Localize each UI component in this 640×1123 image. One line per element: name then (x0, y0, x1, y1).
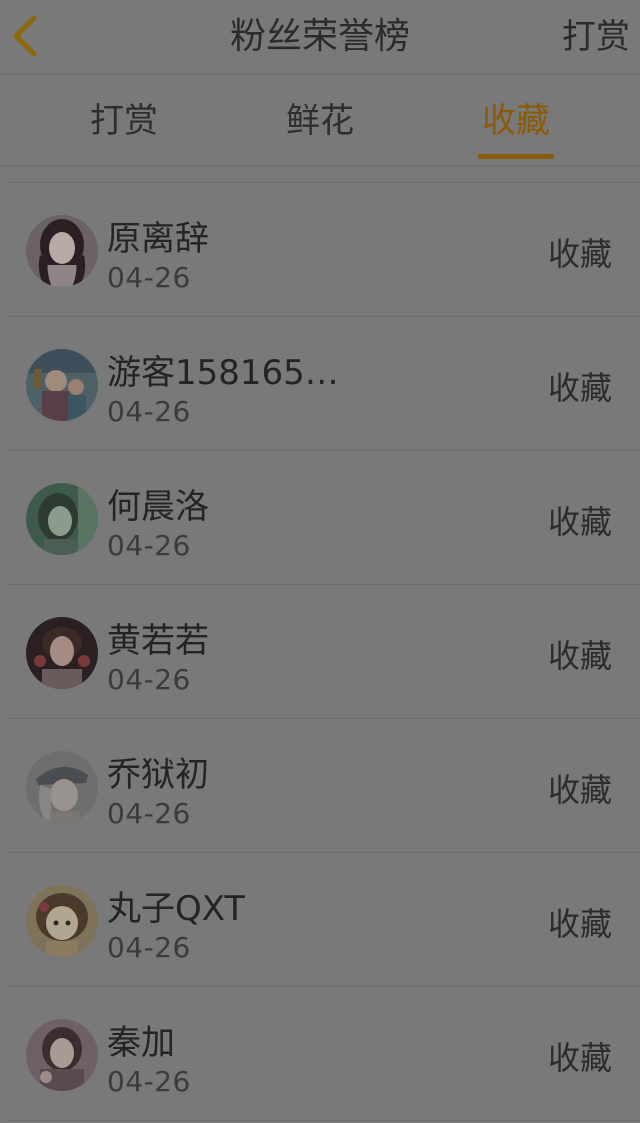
user-name: 黄若若 (107, 621, 209, 661)
avatar (26, 617, 98, 689)
list-item[interactable]: 乔狱初 04-26 收藏 (8, 719, 640, 853)
tab-reward[interactable]: 打赏 (64, 75, 184, 165)
user-name: 乔狱初 (107, 755, 209, 795)
avatar (26, 751, 98, 823)
date-label: 04-26 (107, 663, 191, 696)
tab-bar: 打赏 鲜花 收藏 (0, 75, 640, 166)
tab-flowers[interactable]: 鲜花 (260, 75, 380, 165)
avatar (26, 215, 98, 287)
user-name: 丸子QXT (107, 889, 246, 929)
date-label: 04-26 (107, 1065, 191, 1098)
action-label: 收藏 (547, 637, 612, 675)
action-label: 收藏 (547, 905, 612, 943)
list-item[interactable]: 黄若若 04-26 收藏 (8, 585, 640, 719)
action-label: 收藏 (547, 1039, 612, 1077)
list-item[interactable]: 原离辞 04-26 收藏 (8, 183, 640, 317)
list-item[interactable]: 丸子QXT 04-26 收藏 (8, 853, 640, 987)
avatar (26, 1019, 98, 1091)
action-label: 收藏 (547, 503, 612, 541)
avatar (26, 349, 98, 421)
avatar (26, 885, 98, 957)
user-name: 游客158165… (107, 353, 339, 393)
date-label: 04-26 (107, 797, 191, 830)
fan-list: 原离辞 04-26 收藏 游客158165… 04-26 收藏 何晨洛 04-2… (0, 183, 640, 1121)
date-label: 04-26 (107, 261, 191, 294)
user-name: 何晨洛 (107, 487, 209, 527)
action-label: 收藏 (547, 235, 612, 273)
action-label: 收藏 (547, 369, 612, 407)
user-name: 秦加 (107, 1023, 175, 1063)
active-tab-indicator (478, 154, 554, 159)
page-title: 粉丝荣誉榜 (229, 16, 410, 57)
nav-bar: 粉丝荣誉榜 打赏 (0, 0, 640, 75)
avatar (26, 483, 98, 555)
list-item[interactable]: 何晨洛 04-26 收藏 (8, 451, 640, 585)
list-item[interactable]: 秦加 04-26 收藏 (8, 987, 640, 1121)
date-label: 04-26 (107, 395, 191, 428)
date-label: 04-26 (107, 529, 191, 562)
action-label: 收藏 (547, 771, 612, 809)
reward-button[interactable]: 打赏 (562, 0, 630, 74)
list-item[interactable]: 游客158165… 04-26 收藏 (8, 317, 640, 451)
tab-favorites[interactable]: 收藏 (456, 75, 576, 165)
date-label: 04-26 (107, 931, 191, 964)
user-name: 原离辞 (107, 219, 209, 259)
